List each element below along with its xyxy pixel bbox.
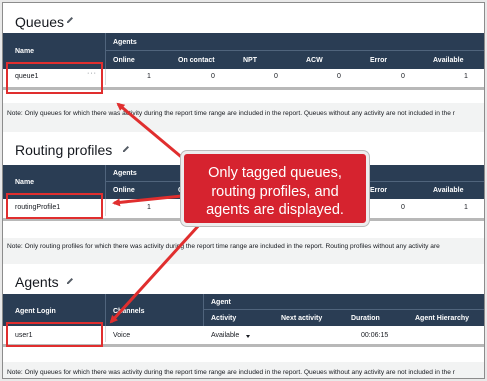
callout-line-2: routing profiles, and <box>211 183 339 200</box>
arrow <box>116 102 186 162</box>
callout-line-1: Only tagged queues, <box>208 165 342 181</box>
callout-line-3: agents are displayed. <box>206 202 344 218</box>
annotation-callout: Only tagged queues, routing profiles, an… <box>181 151 369 226</box>
arrow <box>112 194 183 207</box>
arrow <box>109 222 202 324</box>
